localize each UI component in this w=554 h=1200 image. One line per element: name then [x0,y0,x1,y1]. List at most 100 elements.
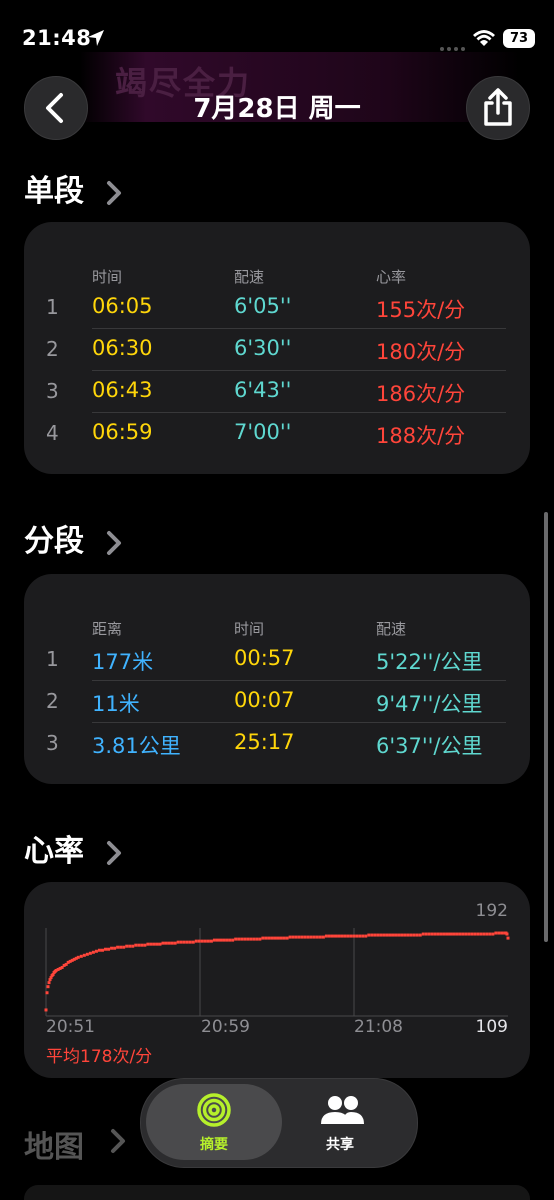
chevron-right-icon [107,180,122,205]
heart-rate-point [391,933,395,937]
heart-rate-point [282,936,286,940]
average-heart-rate: 平均178次/分 [46,1047,153,1067]
heart-rate-point [146,942,150,946]
status-time: 21:48 [22,26,92,50]
heart-rate-point [85,952,89,956]
heart-rate-point [185,940,189,944]
split-time: 00:57 [234,646,295,670]
interval-pace: 7'00'' [234,420,292,444]
heart-rate-point [327,934,331,938]
heart-rate-point [212,938,216,942]
splits-card: 距离 时间 配速 1 177米 00:57 5'22''/公里 2 11米 00… [24,574,530,784]
divider [92,722,506,723]
heart-rate-point [164,941,168,945]
column-header: 时间 [92,268,123,286]
splits-section-title[interactable]: 分段 [24,516,122,560]
battery-indicator: 73 [503,29,535,48]
heart-rate-point [237,937,241,941]
heart-rate-point [252,937,256,941]
heart-rate-point [170,941,174,945]
heart-rate-point [45,991,49,995]
share-button[interactable] [466,76,530,140]
heart-rate-point [449,932,453,936]
intervals-card: 时间 配速 心率 1 06:05 6'05'' 155次/分 2 06:30 6… [24,222,530,474]
interval-heart-rate: 155次/分 [376,298,466,322]
heart-rate-point [222,938,226,942]
heart-rate-point [500,931,504,935]
map-section-title[interactable]: 地图 [24,1122,84,1166]
interval-time: 06:43 [92,378,153,402]
heart-rate-point [464,932,468,936]
heart-rate-point [113,946,117,950]
interval-heart-rate: 186次/分 [376,382,466,406]
row-number: 2 [46,337,59,361]
map-card [24,1185,530,1200]
scrollbar[interactable] [544,512,548,942]
heart-rate-point [488,932,492,936]
heart-rate-point [415,933,419,937]
heart-rate-point [46,985,50,989]
heart-rate-point [367,933,371,937]
heart-rate-point [352,934,356,938]
heart-rate-point [505,932,509,936]
heart-rate-section-title[interactable]: 心率 [24,826,122,870]
tab-sharing[interactable]: 共享 [290,1084,390,1160]
heart-rate-point [104,947,108,951]
chevron-right-icon [111,1129,125,1153]
heart-rate-point [346,934,350,938]
x-tick-label: 20:51 [46,1017,95,1037]
heart-rate-point [206,939,210,943]
heart-rate-point [110,946,114,950]
column-header: 时间 [234,620,265,638]
heart-rate-point [228,938,232,942]
heart-rate-point [276,936,280,940]
heart-rate-point [176,940,180,944]
split-pace: 5'22''/公里 [376,650,483,674]
row-number: 3 [46,731,59,755]
row-number: 4 [46,421,59,445]
tab-summary[interactable]: 摘要 [146,1084,282,1160]
heart-rate-point [94,949,98,953]
heart-rate-point [445,932,449,936]
column-header: 距离 [92,620,123,638]
column-header: 心率 [376,268,407,286]
chevron-right-icon [107,840,122,865]
heart-rate-point [312,935,316,939]
heart-rate-point [467,932,471,936]
heart-rate-point [179,940,183,944]
heart-rate-point [409,933,413,937]
heart-rate-point [264,936,268,940]
heart-rate-point [140,943,144,947]
heart-rate-point [231,938,235,942]
chevron-right-icon [107,530,122,555]
intervals-section-title[interactable]: 单段 [24,166,122,210]
wifi-icon [473,30,495,46]
heart-rate-point [397,933,401,937]
heart-rate-point [300,935,304,939]
heart-rate-point [388,933,392,937]
heart-rate-point [182,940,186,944]
heart-rate-point [506,936,510,940]
heart-rate-point [261,936,265,940]
interval-time: 06:59 [92,420,153,444]
heart-rate-point [161,941,165,945]
interval-pace: 6'30'' [234,336,292,360]
heart-rate-point [452,932,456,936]
heart-rate-point [173,941,177,945]
heart-rate-point [209,939,213,943]
divider [92,370,506,371]
heart-rate-point [191,940,195,944]
row-number: 2 [46,689,59,713]
heart-rate-point [340,934,344,938]
heart-rate-point [134,943,138,947]
heart-rate-point [476,932,480,936]
heart-rate-point [355,934,359,938]
heart-rate-point [427,932,431,936]
divider [92,412,506,413]
divider [92,328,506,329]
heart-rate-point [349,934,353,938]
heart-rate-point [430,932,434,936]
intervals-title-label: 单段 [24,174,84,209]
interval-heart-rate: 180次/分 [376,340,466,364]
split-pace: 9'47''/公里 [376,692,483,716]
